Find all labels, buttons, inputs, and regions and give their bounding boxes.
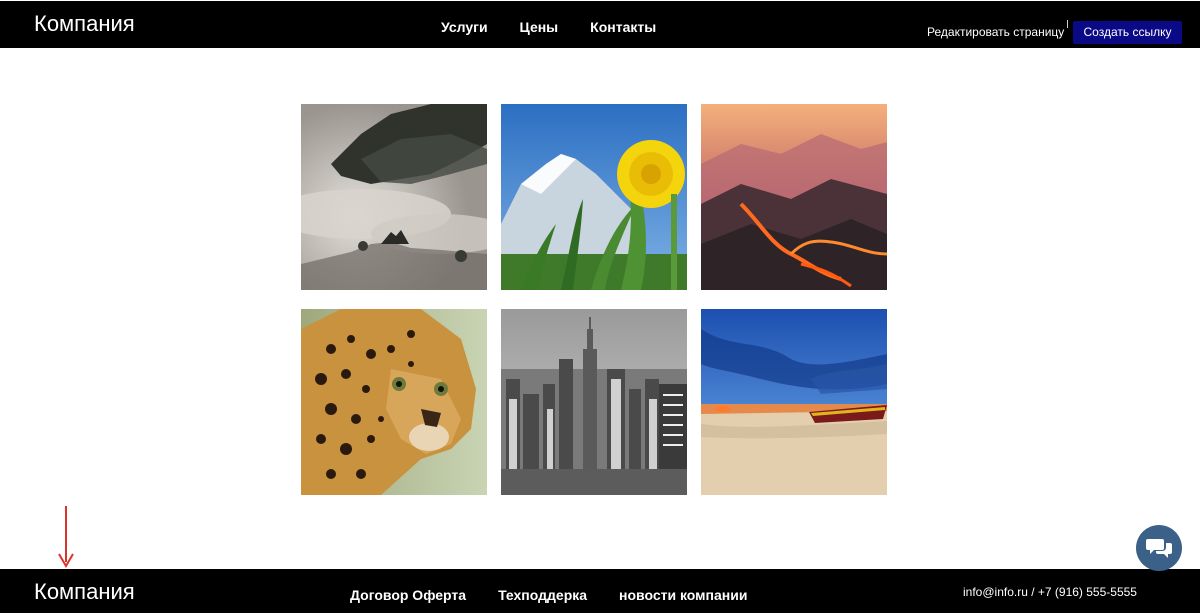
footer-link-offer[interactable]: Договор Оферта — [350, 586, 466, 604]
city-skyline-image — [501, 309, 687, 495]
nav-link-contacts[interactable]: Контакты — [590, 18, 656, 36]
gallery-image-beach-sunset[interactable] — [701, 309, 887, 495]
volcanic-valley-image — [701, 104, 887, 290]
gallery-image-city-skyline[interactable] — [501, 309, 687, 495]
edit-page-link[interactable]: Редактировать страницу — [927, 25, 1064, 39]
footer-link-support[interactable]: Техподдерка — [498, 586, 587, 604]
create-link-button[interactable]: Создать ссылку — [1073, 21, 1182, 44]
footer: Компания Договор Оферта Техподдерка ново… — [0, 569, 1200, 613]
nav-link-prices[interactable]: Цены — [520, 18, 559, 36]
gallery-image-misty-mountains[interactable] — [301, 104, 487, 290]
dandelion-image — [501, 104, 687, 290]
leopard-image — [301, 309, 487, 495]
chat-button[interactable] — [1136, 525, 1182, 571]
divider — [1067, 20, 1068, 28]
footer-contact: info@info.ru / +7 (916) 555-5555 — [963, 585, 1137, 599]
footer-brand-logo[interactable]: Компания — [34, 579, 135, 605]
chat-bubbles-icon — [1146, 539, 1172, 558]
nav-link-services[interactable]: Услуги — [441, 18, 488, 36]
gallery-image-dandelion[interactable] — [501, 104, 687, 290]
page: Компания Услуги Цены Контакты Редактиров… — [0, 0, 1200, 613]
footer-nav: Договор Оферта Техподдерка новости компа… — [350, 586, 747, 604]
misty-mountains-image — [301, 104, 487, 290]
gallery-image-volcanic-valley[interactable] — [701, 104, 887, 290]
beach-sunset-image — [701, 309, 887, 495]
arrow-down-icon — [58, 506, 74, 568]
gallery-image-leopard[interactable] — [301, 309, 487, 495]
brand-logo[interactable]: Компания — [34, 11, 135, 37]
image-gallery — [301, 104, 887, 495]
top-navbar: Компания Услуги Цены Контакты Редактиров… — [0, 1, 1200, 48]
footer-link-news[interactable]: новости компании — [619, 586, 747, 604]
main-nav: Услуги Цены Контакты — [441, 18, 656, 36]
